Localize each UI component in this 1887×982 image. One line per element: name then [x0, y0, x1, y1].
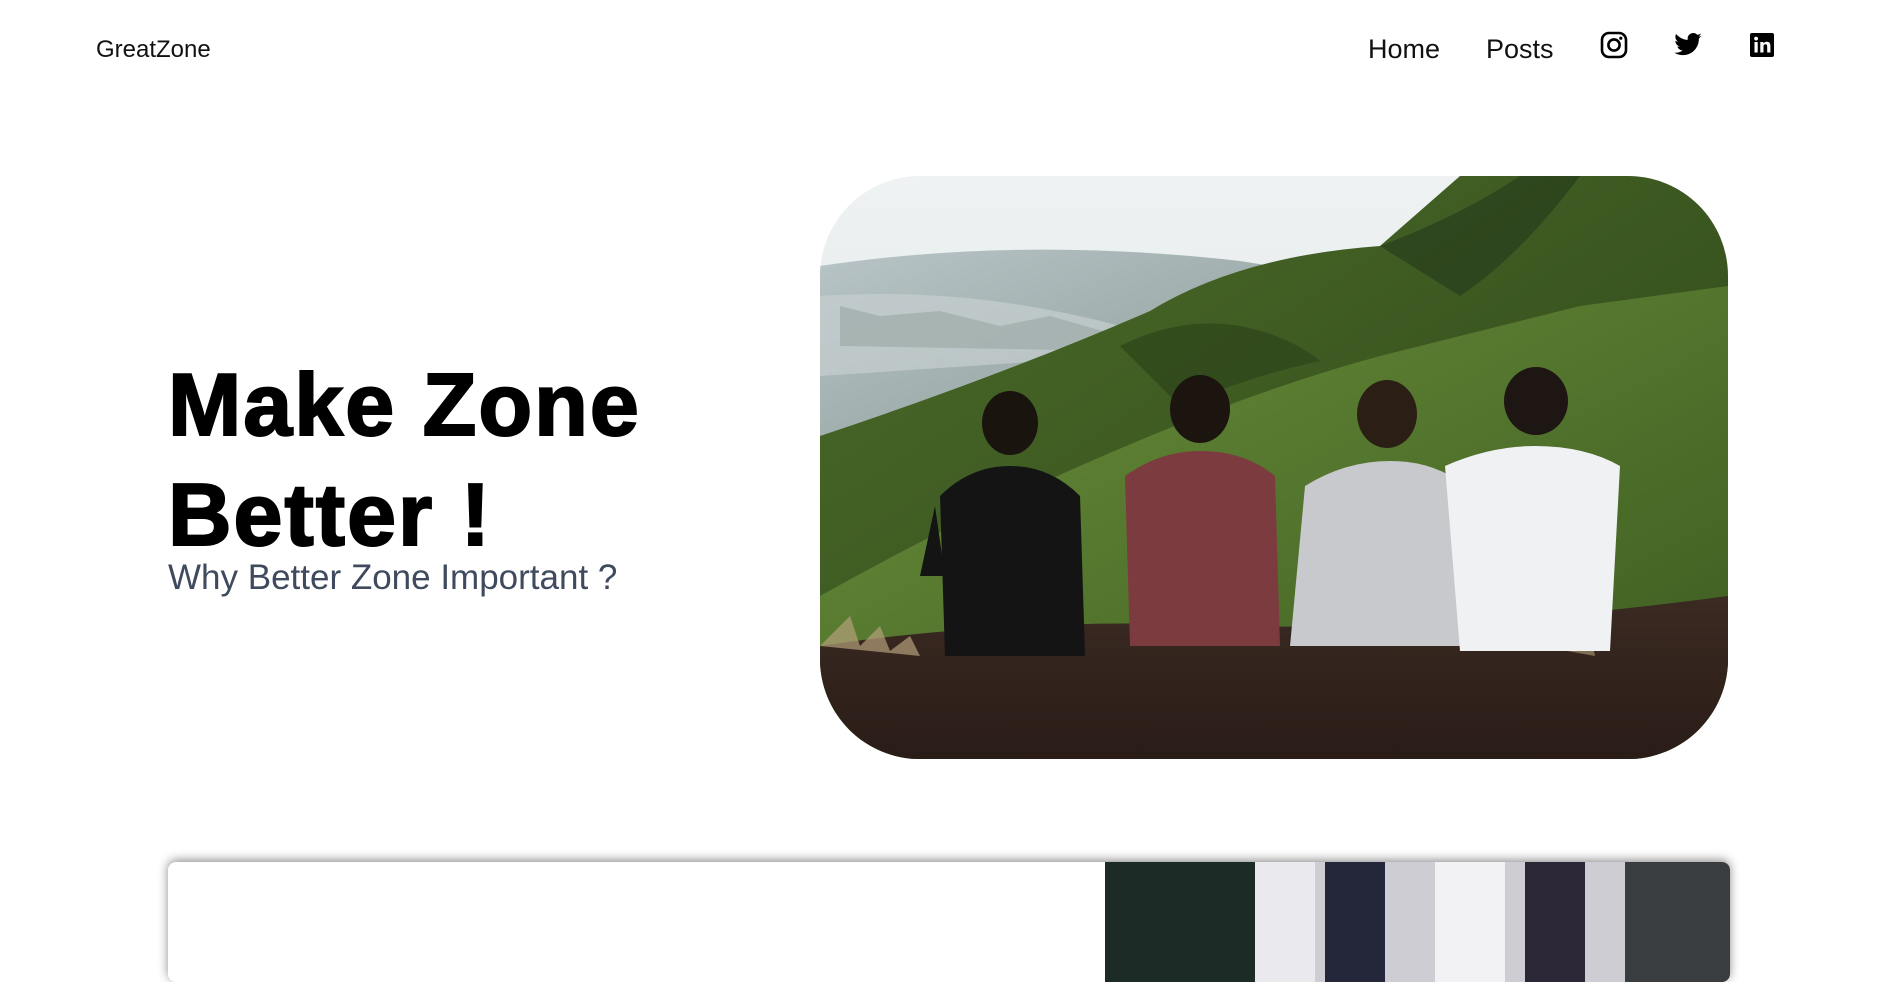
hero-subtitle: Why Better Zone Important ?	[168, 558, 618, 597]
hero-title-line-2: Better !	[167, 464, 493, 565]
post-card[interactable]	[168, 862, 1730, 982]
brand-logo-link[interactable]: GreatZone	[96, 36, 211, 64]
hero-title-line-1: Make Zone	[167, 354, 641, 455]
twitter-icon[interactable]	[1673, 30, 1703, 60]
nav-link-posts[interactable]: Posts	[1486, 34, 1554, 65]
navbar: GreatZone Home Posts	[0, 0, 1887, 100]
linkedin-icon[interactable]	[1747, 30, 1777, 60]
post-card-image	[1105, 862, 1730, 982]
nav-link-home[interactable]: Home	[1368, 34, 1440, 65]
hero-title: Make Zone Better !	[167, 350, 641, 570]
hero-image	[820, 176, 1728, 759]
instagram-icon[interactable]	[1599, 30, 1629, 60]
